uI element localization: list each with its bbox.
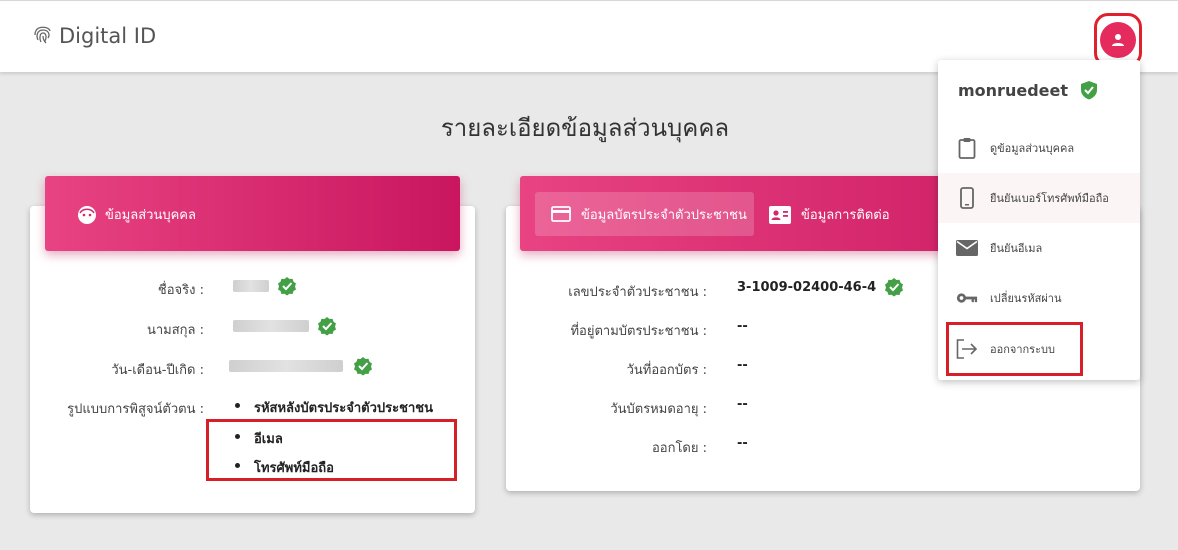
tab-id-card[interactable]: ข้อมูลบัตรประจำตัวประชาชน <box>535 192 754 236</box>
highlight-box <box>946 322 1083 376</box>
issue-date-value: -- <box>737 358 748 373</box>
menu-item-view-profile[interactable]: ดูข้อมูลส่วนบุคคล <box>938 123 1140 173</box>
auth-method-label: รูปแบบการพิสูจน์ตัวตน : <box>67 402 204 417</box>
menu-item-verify-email[interactable]: ยืนยันอีเมล <box>938 223 1140 273</box>
phone-icon <box>956 187 978 209</box>
key-icon <box>956 287 978 309</box>
menu-item-label: เปลี่ยนรหัสผ่าน <box>990 292 1062 305</box>
id-card-icon <box>551 206 571 222</box>
birthdate-label: วัน-เดือน-ปีเกิด : <box>111 363 204 378</box>
menu-item-verify-phone[interactable]: ยืนยันเบอร์โทรศัพท์มือถือ <box>938 173 1140 223</box>
last-name-value <box>233 316 337 336</box>
tab-personal-info-label: ข้อมูลส่วนบุคคล <box>105 208 196 223</box>
auth-method-item: รหัสหลังบัตรประจำตัวประชาชน <box>235 397 433 418</box>
verified-icon <box>317 316 337 336</box>
tab-contact[interactable]: ข้อมูลการติดต่อ <box>769 204 890 225</box>
tab-id-card-label: ข้อมูลบัตรประจำตัวประชาชน <box>581 207 747 223</box>
verified-icon <box>353 356 373 376</box>
last-name-redacted <box>233 320 309 332</box>
verified-icon <box>277 276 297 296</box>
issued-by-label: ออกโดย : <box>651 441 707 456</box>
address-label: ที่อยู่ตามบัตรประชาชน : <box>570 324 707 339</box>
contact-card-icon <box>769 205 791 224</box>
user-icon <box>1100 22 1136 58</box>
first-name-value <box>233 276 297 296</box>
menu-item-change-password[interactable]: เปลี่ยนรหัสผ่าน <box>938 273 1140 323</box>
tab-contact-label: ข้อมูลการติดต่อ <box>801 208 890 223</box>
brand[interactable]: Digital ID <box>33 23 156 49</box>
face-icon <box>77 205 97 225</box>
id-number-text: 3-1009-02400-46-4 <box>737 279 877 295</box>
menu-item-label: ยืนยันอีเมล <box>990 242 1043 255</box>
issue-date-label: วันที่ออกบัตร : <box>626 363 707 378</box>
menu-item-label: ดูข้อมูลส่วนบุคคล <box>990 142 1075 155</box>
birthdate-redacted <box>229 360 343 372</box>
tab-personal-info[interactable]: ข้อมูลส่วนบุคคล <box>77 204 196 225</box>
clipboard-icon <box>956 137 978 159</box>
menu-username: monruedeet <box>958 80 1068 100</box>
personal-info-header: ข้อมูลส่วนบุคคล <box>45 176 460 251</box>
verified-icon <box>884 277 904 297</box>
fingerprint-icon <box>33 23 53 49</box>
user-menu-button[interactable] <box>1094 13 1142 67</box>
mail-icon <box>956 237 978 259</box>
expiry-date-value: -- <box>737 397 748 412</box>
last-name-label: นามสกุล : <box>146 323 204 338</box>
verified-shield-icon <box>1080 80 1098 100</box>
issued-by-value: -- <box>737 436 748 451</box>
brand-name: Digital ID <box>59 24 157 48</box>
first-name-label: ชื่อจริง : <box>157 283 204 298</box>
id-number-label: เลขประจำตัวประชาชน : <box>568 285 707 300</box>
id-number-value: 3-1009-02400-46-4 <box>737 277 904 297</box>
menu-user: monruedeet <box>958 80 1098 100</box>
expiry-date-label: วันบัตรหมดอายุ : <box>610 402 707 417</box>
first-name-redacted <box>233 280 269 292</box>
birthdate-value <box>229 356 373 376</box>
highlight-box <box>206 419 457 481</box>
address-value: -- <box>737 319 748 334</box>
menu-item-label: ยืนยันเบอร์โทรศัพท์มือถือ <box>990 192 1109 205</box>
